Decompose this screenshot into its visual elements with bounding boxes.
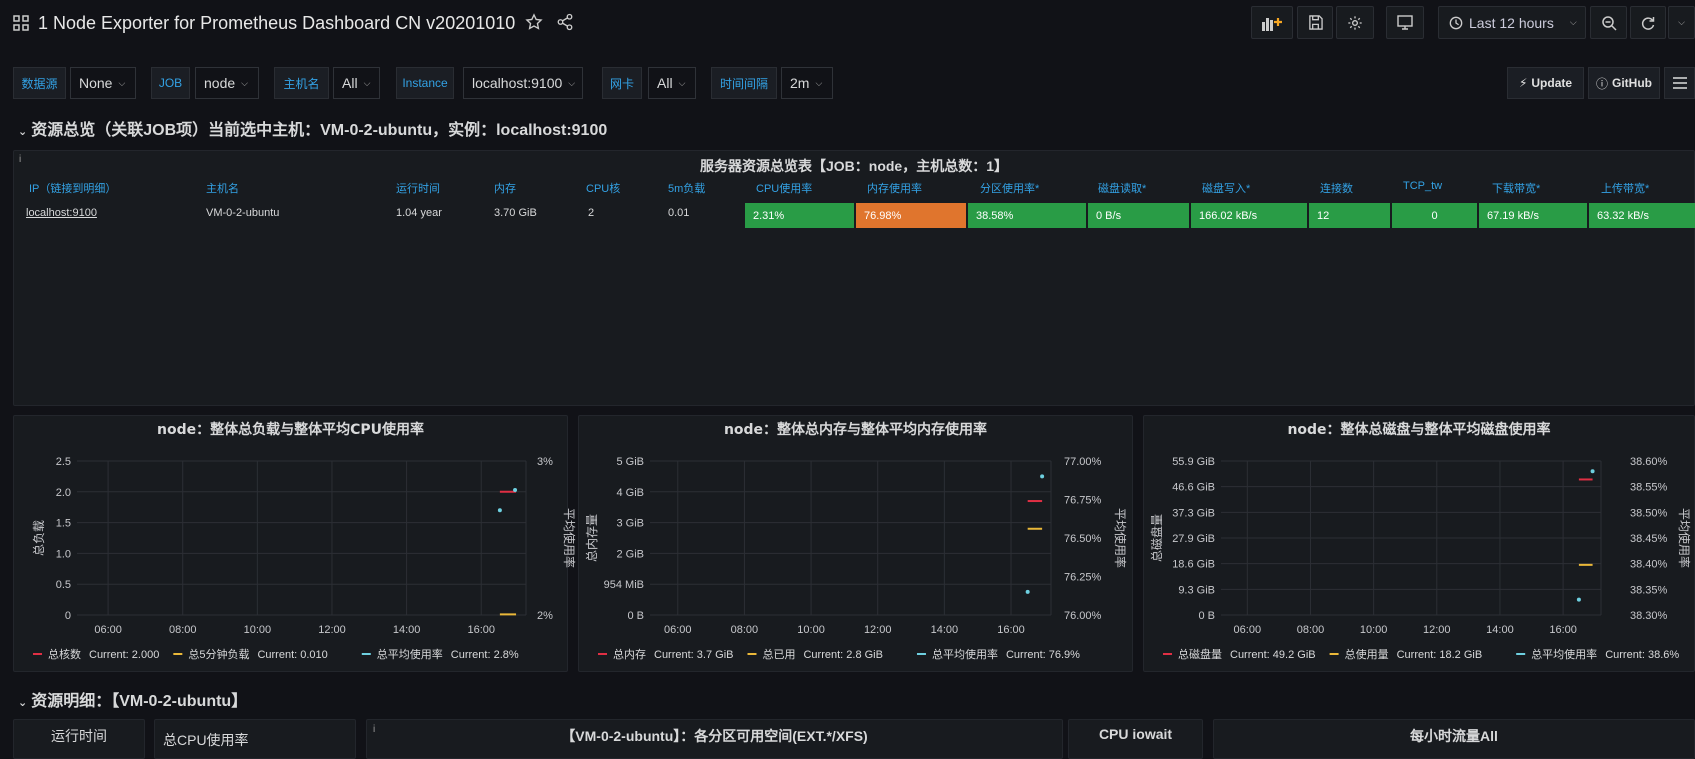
legend-series-name: 总平均使用率 (932, 647, 998, 661)
y2-axis-label: 平均使用率 (1677, 508, 1692, 568)
legend-current-value: Current: 0.010 (257, 649, 327, 661)
legend-series-name: 总内存 (613, 647, 646, 661)
y-tick-label: 18.6 GiB (1172, 559, 1215, 571)
legend-current-value: Current: 3.7 GiB (654, 649, 733, 661)
y-tick-label: 37.3 GiB (1172, 507, 1215, 519)
hourly-traffic-panel: 每小时流量All (1213, 719, 1695, 759)
x-tick-label: 06:00 (1234, 624, 1262, 636)
x-tick-label: 14:00 (1486, 624, 1514, 636)
y-tick-label: 0.5 (56, 579, 71, 591)
y-tick-label: 9.3 GiB (1178, 584, 1215, 596)
series-point (1576, 597, 1581, 602)
panel-title: 【VM-0-2-ubuntu】：各分区可用空间(EXT.*/XFS) (561, 728, 868, 744)
x-tick-label: 10:00 (1360, 624, 1388, 636)
y-tick-label: 0 B (627, 610, 644, 622)
x-tick-label: 06:00 (94, 624, 122, 636)
chevron-down-icon: ⌄ (18, 697, 28, 709)
y-tick-label: 5 GiB (616, 456, 644, 468)
x-tick-label: 12:00 (864, 624, 892, 636)
cpu-usage-panel: 总CPU使用率 (154, 719, 356, 759)
legend-current-value: Current: 2.8% (451, 649, 519, 661)
row-title-details[interactable]: ⌄ 资源明细：【VM-0-2-ubuntu】 (18, 687, 247, 711)
y-tick-label: 954 MiB (604, 579, 644, 591)
y-axis-label: 总磁盘量 (1149, 514, 1164, 562)
y-tick-label: 2.5 (56, 456, 71, 468)
panel-title: 运行时间 (51, 728, 107, 744)
legend-series-name: 总平均使用率 (377, 647, 443, 661)
y-tick-label: 0 B (1198, 610, 1215, 622)
legend-current-value: Current: 38.6% (1605, 649, 1679, 661)
series-point (1590, 469, 1595, 474)
x-tick-label: 14:00 (393, 624, 421, 636)
y-axis-label: 总负载 (32, 520, 46, 556)
charts-layer: node：整体总负载与整体平均CPU使用率 0 0.5 1.0 1.5 2.0 2.5 2% 3… (32, 421, 1692, 661)
panel-title: CPU iowait (1098, 726, 1173, 742)
y2-tick-label: 76.00% (1064, 610, 1102, 622)
y2-tick-label: 38.30% (1630, 610, 1668, 622)
legend-current-value: Current: 18.2 GiB (1397, 649, 1483, 661)
panel-title: 每小时流量All (1410, 728, 1498, 744)
y-tick-label: 3 GiB (616, 518, 644, 530)
y-axis-label: 总内存量 (585, 514, 599, 562)
y2-tick-label: 38.60% (1630, 456, 1668, 468)
x-tick-label: 10:00 (244, 624, 272, 636)
x-tick-label: 08:00 (1297, 624, 1325, 636)
y2-tick-label: 38.45% (1630, 533, 1668, 545)
legend-current-value: Current: 2.000 (89, 649, 159, 661)
x-tick-label: 10:00 (797, 624, 825, 636)
y-tick-label: 2.0 (56, 487, 71, 499)
y-tick-label: 4 GiB (616, 487, 644, 499)
legend-series-name: 总已用 (762, 647, 795, 661)
x-tick-label: 16:00 (1549, 624, 1577, 636)
legend-current-value: Current: 2.8 GiB (803, 649, 882, 661)
y2-axis-label: 平均使用率 (562, 508, 577, 568)
partition-space-panel: i 【VM-0-2-ubuntu】：各分区可用空间(EXT.*/XFS) (366, 719, 1063, 759)
x-tick-label: 16:00 (997, 624, 1025, 636)
y-tick-label: 0 (65, 610, 71, 622)
y-tick-label: 1.5 (56, 518, 71, 530)
series-point (1040, 474, 1045, 479)
y2-axis-label: 平均使用率 (1113, 508, 1128, 568)
x-tick-label: 16:00 (467, 624, 495, 636)
y2-tick-label: 76.75% (1064, 495, 1102, 507)
chart-title: node：整体总负载与整体平均CPU使用率 (157, 421, 424, 438)
x-tick-label: 08:00 (169, 624, 197, 636)
y2-tick-label: 2% (537, 610, 553, 622)
legend-current-value: Current: 49.2 GiB (1230, 649, 1316, 661)
y2-tick-label: 76.25% (1064, 572, 1102, 584)
y-tick-label: 2 GiB (616, 548, 644, 560)
legend-series-name: 总磁盘量 (1178, 647, 1222, 661)
x-tick-label: 06:00 (664, 624, 692, 636)
y2-tick-label: 77.00% (1064, 456, 1102, 468)
legend-current-value: Current: 76.9% (1006, 649, 1080, 661)
row-title-text: 资源明细：【VM-0-2-ubuntu】 (31, 693, 248, 710)
x-tick-label: 08:00 (731, 624, 759, 636)
panel-title: 总CPU使用率 (163, 732, 249, 748)
x-tick-label: 12:00 (1423, 624, 1451, 636)
uptime-panel: 运行时间 (13, 719, 145, 759)
y2-tick-label: 3% (537, 456, 553, 468)
chart-title: node：整体总内存与整体平均内存使用率 (724, 421, 987, 438)
y-tick-label: 55.9 GiB (1172, 456, 1215, 468)
series-point (497, 508, 502, 513)
chart-title: node：整体总磁盘与整体平均磁盘使用率 (1287, 421, 1550, 438)
x-tick-label: 14:00 (931, 624, 959, 636)
y2-tick-label: 76.50% (1064, 533, 1102, 545)
cpu-iowait-panel: CPU iowait (1068, 719, 1203, 759)
legend-series-name: 总核数 (48, 647, 81, 661)
legend-series-name: 总使用量 (1345, 647, 1389, 661)
y2-tick-label: 38.35% (1630, 584, 1668, 596)
x-tick-label: 12:00 (318, 624, 346, 636)
legend-series-name: 总5分钟负载 (188, 647, 249, 661)
series-point (513, 487, 518, 492)
legend-series-name: 总平均使用率 (1531, 647, 1597, 661)
y-tick-label: 1.0 (56, 548, 71, 560)
series-point (1025, 589, 1030, 594)
y-tick-label: 27.9 GiB (1172, 533, 1215, 545)
y2-tick-label: 38.40% (1630, 559, 1668, 571)
y2-tick-label: 38.50% (1630, 507, 1668, 519)
y2-tick-label: 38.55% (1630, 482, 1668, 494)
y-tick-label: 46.6 GiB (1172, 482, 1215, 494)
